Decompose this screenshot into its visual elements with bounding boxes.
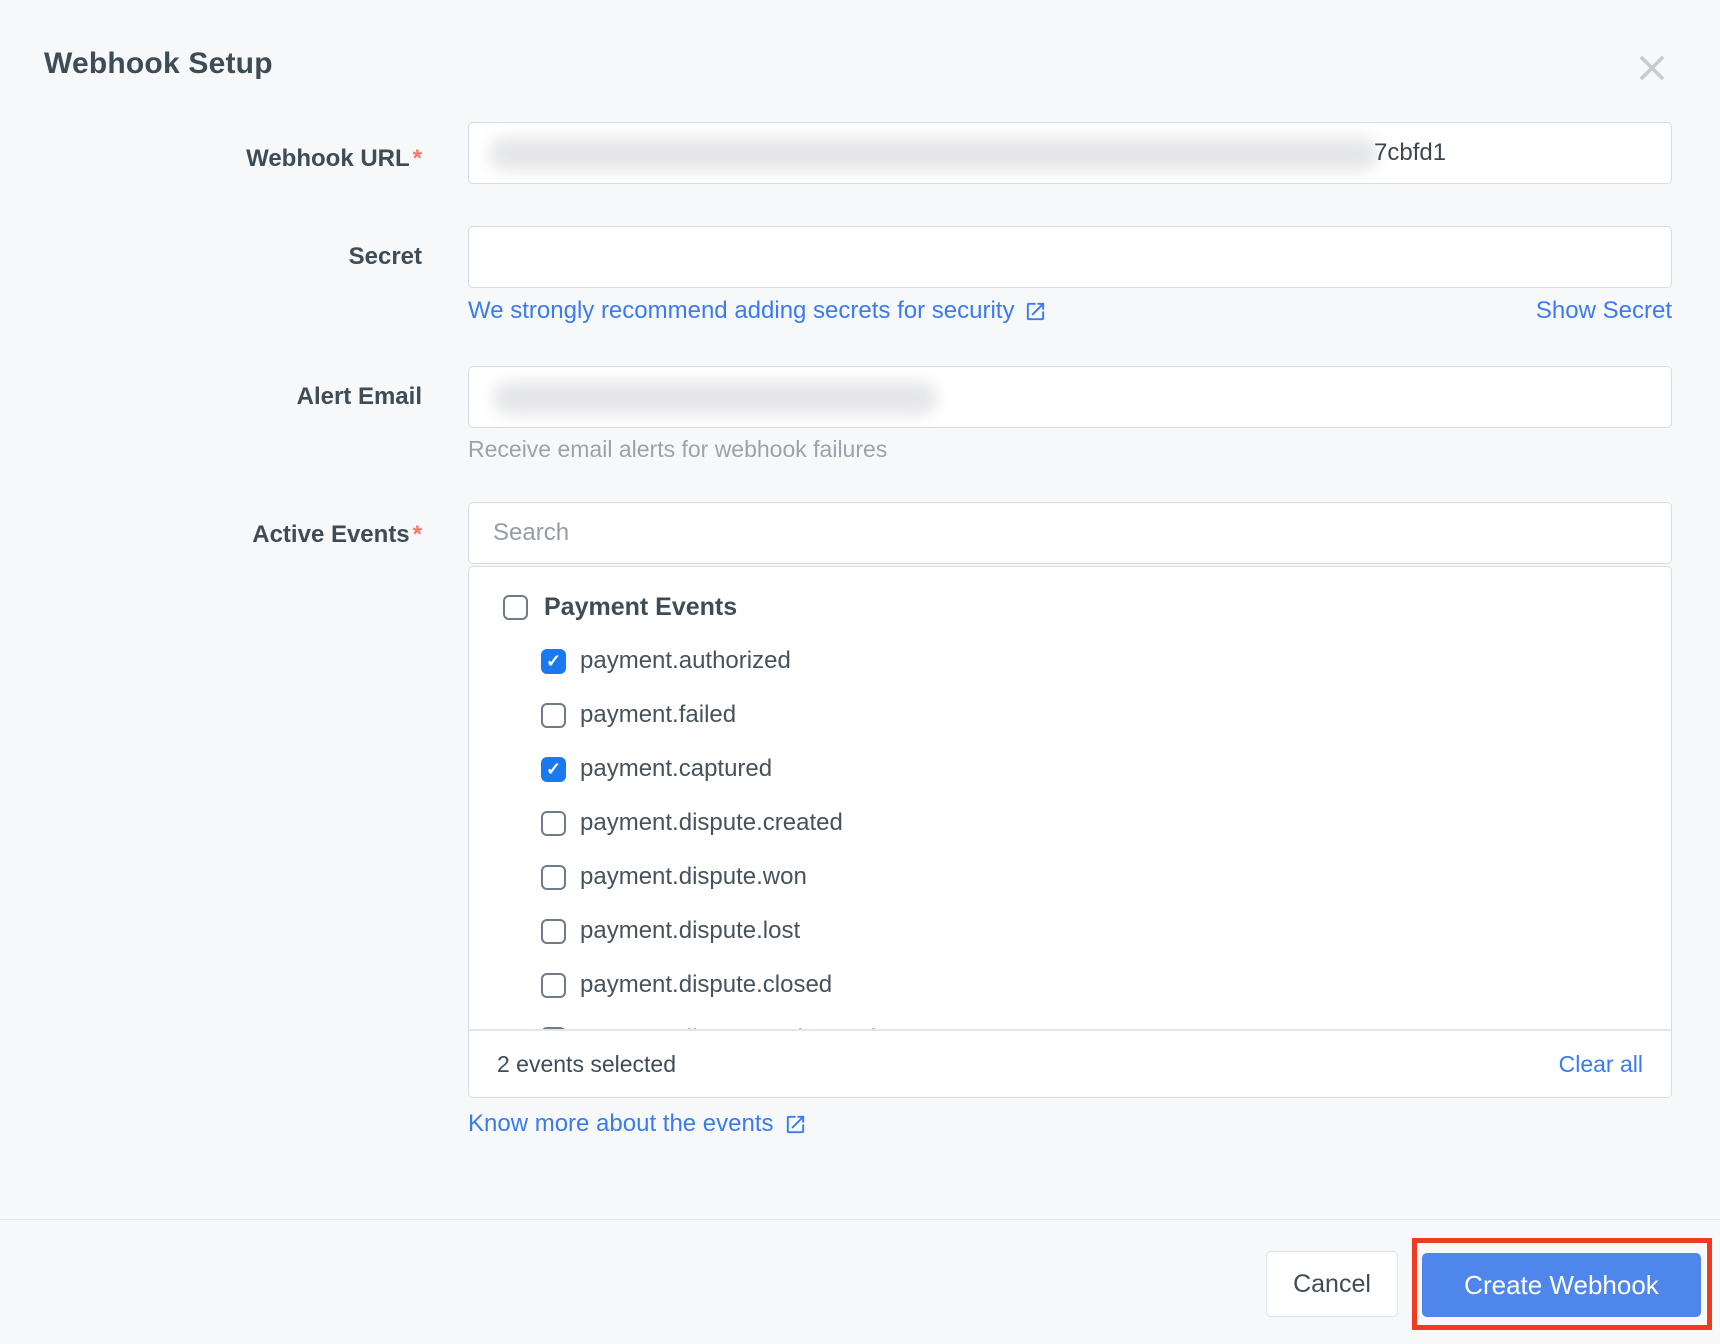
event-row: payment.dispute.won [469, 850, 1671, 904]
footer-divider [0, 1219, 1720, 1220]
event-row: payment.dispute.closed [469, 958, 1671, 1012]
event-checkbox[interactable] [541, 919, 566, 944]
event-checkbox[interactable]: ✓ [541, 649, 566, 674]
event-list-footer: 2 events selected Clear all [469, 1029, 1671, 1097]
event-label: payment.captured [580, 755, 772, 783]
event-group-label: Payment Events [544, 593, 737, 622]
page-title: Webhook Setup [44, 46, 273, 82]
webhook-url-visible-suffix: 7cbfd1 [1374, 139, 1446, 167]
active-events-label: Active Events* [252, 522, 422, 548]
event-label: payment.dispute.won [580, 863, 807, 891]
event-checkbox[interactable] [541, 865, 566, 890]
webhook-url-input[interactable]: 7cbfd1 [468, 122, 1672, 184]
event-list[interactable]: Payment Events ✓ payment.authorized paym… [469, 567, 1671, 1029]
webhook-url-label: Webhook URL* [246, 146, 422, 172]
clear-all-link[interactable]: Clear all [1559, 1051, 1643, 1078]
event-row: ✓ payment.captured [469, 742, 1671, 796]
external-link-icon [784, 1113, 807, 1136]
selected-count: 2 events selected [497, 1051, 676, 1078]
event-label: payment.dispute.created [580, 809, 843, 837]
external-link-icon [1024, 300, 1047, 323]
event-group-row: Payment Events [469, 580, 1671, 634]
group-checkbox[interactable] [503, 595, 528, 620]
event-checkbox[interactable] [541, 973, 566, 998]
event-row: payment.dispute.created [469, 796, 1671, 850]
event-row: payment.dispute.lost [469, 904, 1671, 958]
required-asterisk: * [413, 521, 422, 548]
event-row: payment.failed [469, 688, 1671, 742]
event-row: payment.dispute.under_review [469, 1012, 1671, 1029]
event-label: payment.dispute.lost [580, 917, 800, 945]
secret-recommendation-link[interactable]: We strongly recommend adding secrets for… [468, 297, 1047, 325]
secret-input[interactable] [468, 226, 1672, 288]
event-label: payment.failed [580, 701, 736, 729]
close-icon [1637, 53, 1667, 83]
cancel-button[interactable]: Cancel [1266, 1251, 1398, 1317]
close-button[interactable] [1633, 49, 1671, 87]
redacted-url-value [489, 137, 1378, 171]
required-asterisk: * [413, 145, 422, 172]
event-label: payment.authorized [580, 647, 791, 675]
alert-email-input[interactable] [468, 366, 1672, 428]
redacted-email-value [493, 381, 937, 415]
event-search-box [468, 502, 1672, 564]
event-checkbox[interactable] [541, 703, 566, 728]
event-row: ✓ payment.authorized [469, 634, 1671, 688]
alert-email-helper: Receive email alerts for webhook failure… [468, 436, 887, 463]
alert-email-label: Alert Email [297, 384, 422, 410]
show-secret-link[interactable]: Show Secret [1536, 297, 1672, 325]
event-checkbox[interactable]: ✓ [541, 757, 566, 782]
know-more-link[interactable]: Know more about the events [468, 1110, 807, 1138]
event-search-input[interactable] [469, 503, 1671, 563]
event-checkbox[interactable] [541, 811, 566, 836]
event-list-box: Payment Events ✓ payment.authorized paym… [468, 566, 1672, 1098]
secret-label: Secret [349, 244, 422, 270]
event-label: payment.dispute.closed [580, 971, 832, 999]
webhook-setup-modal: Webhook Setup Webhook URL* 7cbfd1 Secret… [0, 0, 1720, 1344]
create-webhook-button[interactable]: Create Webhook [1422, 1253, 1701, 1317]
